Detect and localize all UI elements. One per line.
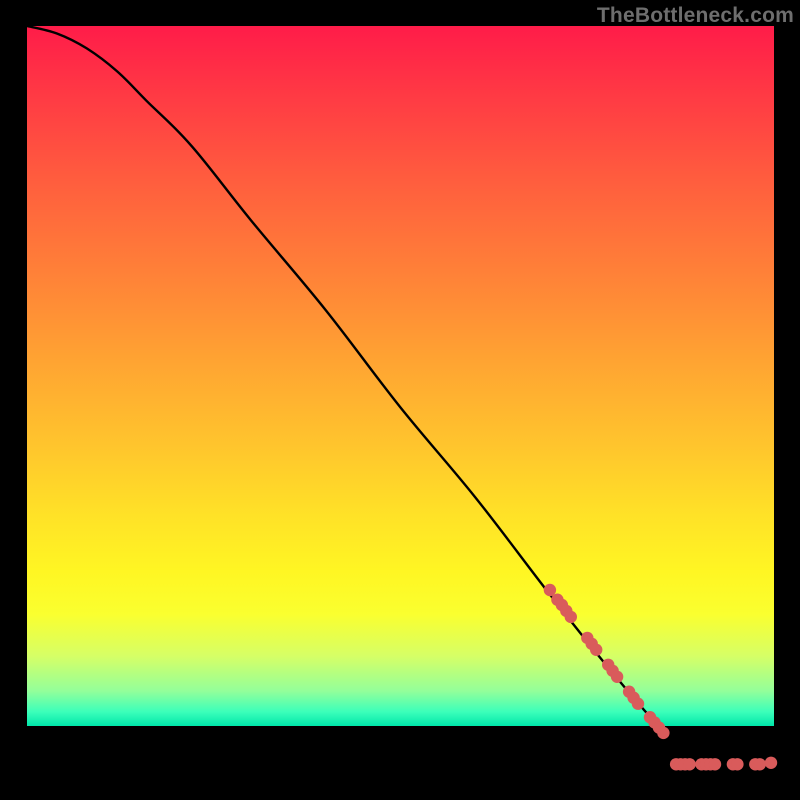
hotspot-marker	[754, 758, 766, 770]
chart-svg	[27, 26, 774, 774]
hotspot-marker	[632, 698, 644, 710]
chart-stage: TheBottleneck.com	[0, 0, 800, 800]
plot-area	[27, 26, 774, 774]
hotspot-marker	[657, 727, 669, 739]
hotspot-markers	[544, 584, 778, 771]
hotspot-marker	[765, 757, 777, 769]
hotspot-marker	[611, 671, 623, 683]
hotspot-marker	[731, 758, 743, 770]
bottleneck-curve	[27, 26, 774, 767]
hotspot-marker	[565, 611, 577, 623]
hotspot-marker	[683, 758, 695, 770]
hotspot-marker	[709, 758, 721, 770]
watermark-text: TheBottleneck.com	[597, 4, 794, 28]
hotspot-marker	[590, 644, 602, 656]
hotspot-marker	[544, 584, 556, 596]
